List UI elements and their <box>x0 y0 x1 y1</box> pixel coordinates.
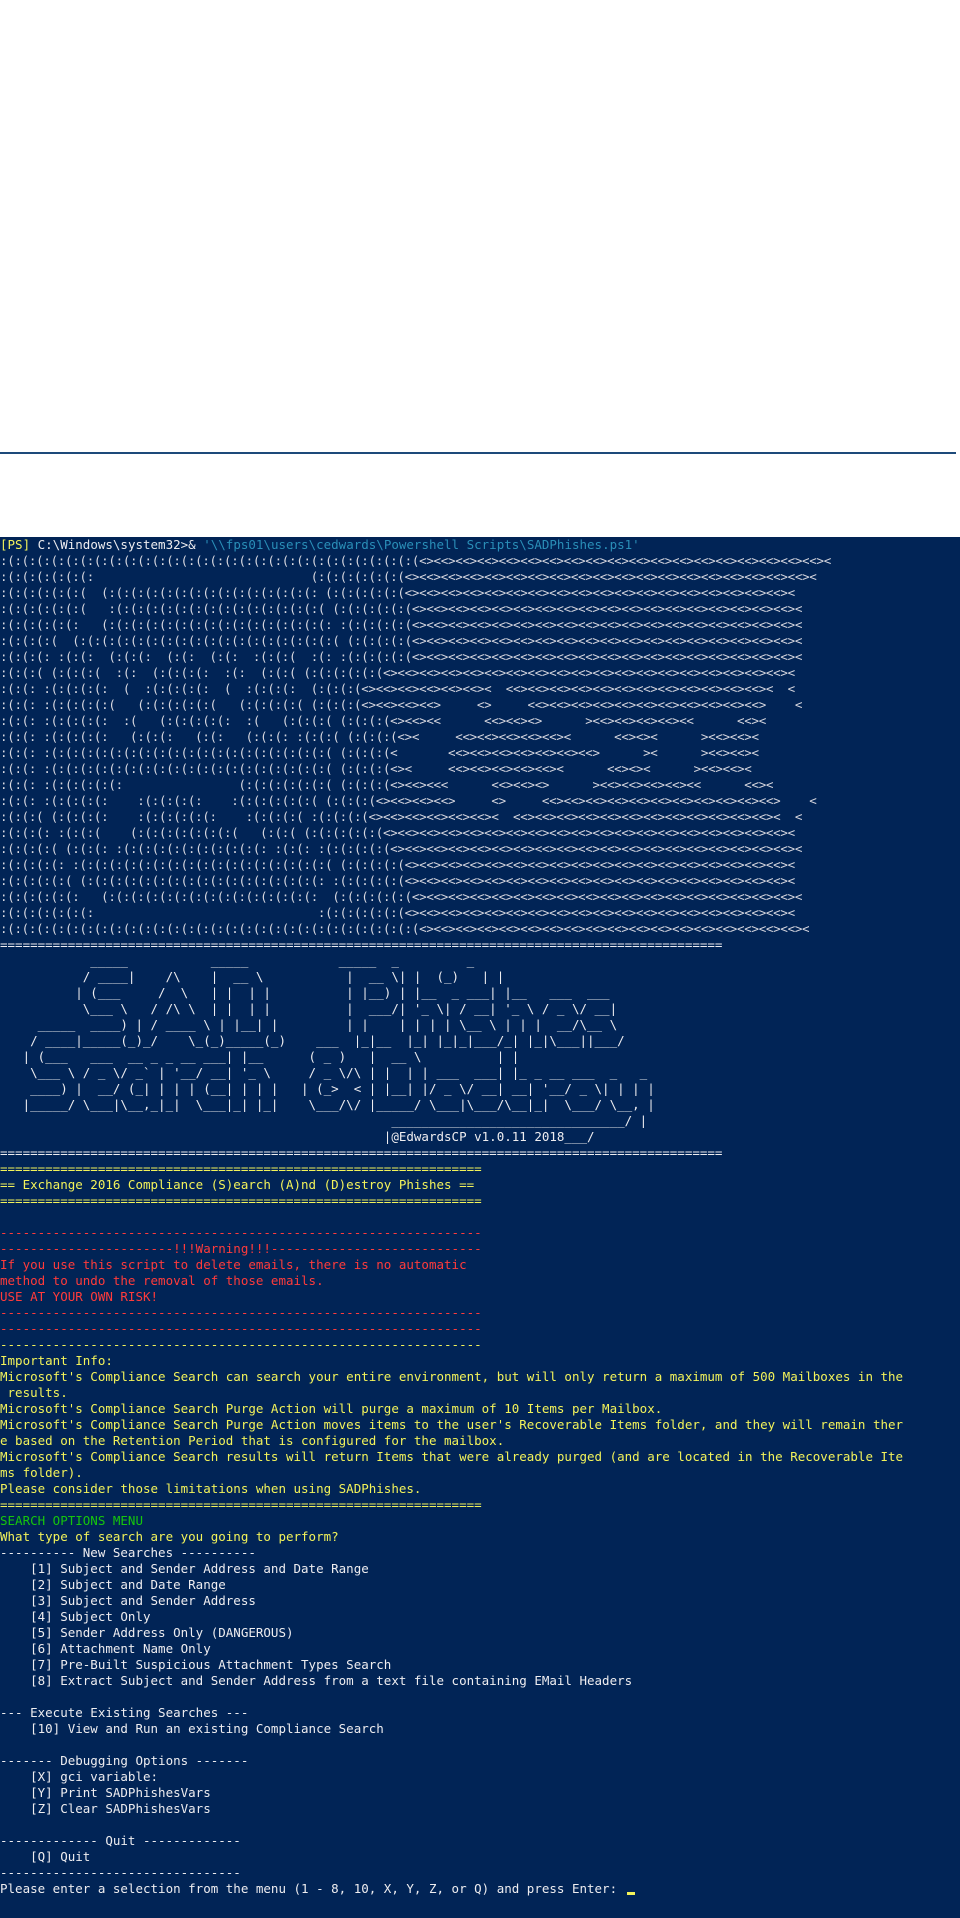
banner-line: :(:(:(:(:(:(: :(:(:(:(:(:(<><<><<><<><<>… <box>0 905 795 920</box>
banner-line: :(:(:(:(:(: (:(:(:(:(:(:(:(:(:(:(:(:(:(:… <box>0 617 803 632</box>
banner-line: :(:(:( (:(:(:(: :(:(:(:(:(: :(:(:(:( :(:… <box>0 809 803 824</box>
menu-option: [7] Pre-Built Suspicious Attachment Type… <box>0 1657 392 1672</box>
menu-title: SEARCH OPTIONS MENU <box>0 1513 143 1528</box>
separator-line: ========================================… <box>0 1145 723 1160</box>
banner-line: :(:(: :(:(:(:(: ( :(:(:(:(: ( :(:(:(: (:… <box>0 681 795 696</box>
logo-line: \___ \ / _ \/ _` | '__/ __| '_ \ / _ \/\… <box>0 1065 648 1080</box>
info-text: Microsoft's Compliance Search Purge Acti… <box>0 1401 663 1416</box>
header-separator: ========================================… <box>0 1193 482 1208</box>
info-heading: Important Info: <box>0 1353 113 1368</box>
warning-dash-line: ----------------------------------------… <box>0 1225 482 1240</box>
logo-line: / ____|_____(_)_/ \_(_)_____(_) ___ |_|_… <box>0 1033 625 1048</box>
menu-question: What type of search are you going to per… <box>0 1529 339 1544</box>
banner-line: :(:(:(: :(:(: (:(:(: (:(: (:(: :(:(:( :(… <box>0 649 803 664</box>
quit-header: ------------- Quit ------------- <box>0 1833 241 1848</box>
warning-dash-line: ----------------------------------------… <box>0 1337 482 1352</box>
menu-option: [X] gci variable: <box>0 1769 159 1784</box>
ps-tag: [PS] <box>0 537 31 552</box>
info-text: Microsoft's Compliance Search Purge Acti… <box>0 1417 904 1432</box>
banner-line: :(:(:(:(:(:( (:(:(:(:(:(:(:(:(:(:(:(:(:(… <box>0 585 795 600</box>
menu-option: [1] Subject and Sender Address and Date … <box>0 1561 369 1576</box>
info-text: Please consider those limitations when u… <box>0 1481 422 1496</box>
cwd-text: C:\Windows\system32>& <box>30 537 196 552</box>
new-searches-header: ---------- New Searches ---------- <box>0 1545 256 1560</box>
warning-dash-line: ----------------------------------------… <box>0 1305 482 1320</box>
banner-line: :(:(:(:(:(:( :(:(:(:(:(:(:(:(:(:(:(:(:(:… <box>0 601 803 616</box>
input-prompt-text: Please enter a selection from the menu (… <box>0 1881 625 1896</box>
banner-line: :(:(: :(:(:(:(: (:(:(: (:(: (:(:(: :(:(:… <box>0 729 759 744</box>
text-cursor[interactable] <box>626 1892 635 1895</box>
logo-line: | (___ ___ __ _ _ __ ___| |__ ( _ ) | __… <box>0 1049 520 1064</box>
banner-line: :(:(:(:( (:(:(: :(:(:(:(:(:(:(:(:(:(: :(… <box>0 841 803 856</box>
logo-line: \___ \ / /\ \ | | | | | ___/| '_ \| / __… <box>0 1001 618 1016</box>
logo-line: |@EdwardsCP v1.0.11 2018___/ <box>0 1129 595 1144</box>
banner-line: :(:(:(:(:( (:(:(:(:(:(:(:(:(:(:(:(:(:(:(… <box>0 873 795 888</box>
menu-option: [3] Subject and Sender Address <box>0 1593 256 1608</box>
banner-line: :(:(:(:( (:(:(:(:(:(:(:(:(:(:(:(:(:(:(:(… <box>0 633 803 648</box>
logo-line: _______________________________/ | <box>0 1113 648 1128</box>
banner-line: :(:(:(:(:(:(:(:(:(:(:(:(:(:(:(:(:(:(:(:(… <box>0 553 831 568</box>
warning-text: If you use this script to delete emails,… <box>0 1257 467 1272</box>
header-title: == Exchange 2016 Compliance (S)earch (A)… <box>0 1177 475 1192</box>
banner-line: :(:(: :(:(:(:(:(:(:(:(:(:(:(:(:(:(:(:(:(… <box>0 745 759 760</box>
input-prompt-line[interactable]: Please enter a selection from the menu (… <box>0 1881 635 1897</box>
banner-line: :(:(: :(:(:(:(:(: (:(:(:(:(:(:( (:(:(:(<… <box>0 777 774 792</box>
menu-option: [10] View and Run an existing Compliance… <box>0 1721 384 1736</box>
banner-line: :(:(: :(:(:(:(: :( (:(:(:(:(: :( (:(:(:(… <box>0 713 766 728</box>
menu-option: [2] Subject and Date Range <box>0 1577 226 1592</box>
warning-dash-line: ----------------------------------------… <box>0 1321 482 1336</box>
warning-text: USE AT YOUR OWN RISK! <box>0 1289 159 1304</box>
info-text: Microsoft's Compliance Search can search… <box>0 1369 904 1384</box>
banner-line: :(:(:(:(: :(:(:(:(:(:(:(:(:(:(:(:(:(:(:(… <box>0 857 795 872</box>
command-prompt-line: [PS] C:\Windows\system32>& '\\fps01\user… <box>0 537 640 553</box>
header-separator: ========================================… <box>0 1161 482 1176</box>
info-text: Microsoft's Compliance Search results wi… <box>0 1449 904 1464</box>
banner-line: :(:(:( (:(:(:( :(: (:(:(:(: :(: (:(:( (:… <box>0 665 795 680</box>
menu-option: [Y] Print SADPhishesVars <box>0 1785 211 1800</box>
logo-line: / ____| /\ | __ \ | __ \| | (_) | | <box>0 969 505 984</box>
menu-option: [5] Sender Address Only (DANGEROUS) <box>0 1625 294 1640</box>
menu-option: [8] Extract Subject and Sender Address f… <box>0 1673 633 1688</box>
logo-line: _____ ____) | / ____ \ | |__| | | | | | … <box>0 1017 618 1032</box>
menu-option: [6] Attachment Name Only <box>0 1641 211 1656</box>
menu-end-separator: -------------------------------- <box>0 1865 241 1880</box>
warning-text: method to undo the removal of those emai… <box>0 1273 324 1288</box>
menu-option: [Z] Clear SADPhishesVars <box>0 1801 211 1816</box>
info-separator: ========================================… <box>0 1497 482 1512</box>
logo-line: |_____/ \___|\__,_|_| \___|_| |_| \___/\… <box>0 1097 655 1112</box>
execute-searches-header: --- Execute Existing Searches --- <box>0 1705 249 1720</box>
banner-line: :(:(:(:(:(:(:(:(:(:(:(:(:(:(:(:(:(:(:(:(… <box>0 921 810 936</box>
logo-line: | (___ / \ | | | | | |__) | |__ _ ___| |… <box>0 985 610 1000</box>
warning-title: -----------------------!!!Warning!!!----… <box>0 1241 482 1256</box>
banner-line: :(:(: :(:(:(:(:( (:(:(:(:(:( (:(:(:(:( (… <box>0 697 803 712</box>
debugging-header: ------- Debugging Options ------- <box>0 1753 249 1768</box>
top-divider-line <box>0 452 956 454</box>
command-text: '\\fps01\users\cedwards\Powershell Scrip… <box>195 537 640 552</box>
info-text: results. <box>0 1385 68 1400</box>
banner-line: :(:(:(:(:(: (:(:(:(:(:(:(:(:(:(:(:(:(:(:… <box>0 889 803 904</box>
powershell-console[interactable]: [PS] C:\Windows\system32>& '\\fps01\user… <box>0 537 960 1918</box>
info-text: ms folder). <box>0 1465 83 1480</box>
info-text: e based on the Retention Period that is … <box>0 1433 505 1448</box>
logo-line: _____ _____ _____ _ _ <box>0 953 475 968</box>
menu-option: [Q] Quit <box>0 1849 91 1864</box>
banner-line: :(:(: :(:(:(:(:(:(:(:(:(:(:(:(:(:(:(:(:(… <box>0 761 752 776</box>
banner-line: :(:(: :(:(:(:(: :(:(:(:(: :(:(:(:(:(:( (… <box>0 793 817 808</box>
banner-line: :(:(:(: :(:(:( (:(:(:(:(:(:(:( (:(:( (:(… <box>0 825 795 840</box>
banner-line: :(:(:(:(:(:(: (:(:(:(:(:(:(<><<><<><<><<… <box>0 569 817 584</box>
logo-line: ____) | __/ (_| | | | (__| | | | | (_> <… <box>0 1081 655 1096</box>
separator-line: ========================================… <box>0 937 723 952</box>
menu-option: [4] Subject Only <box>0 1609 151 1624</box>
